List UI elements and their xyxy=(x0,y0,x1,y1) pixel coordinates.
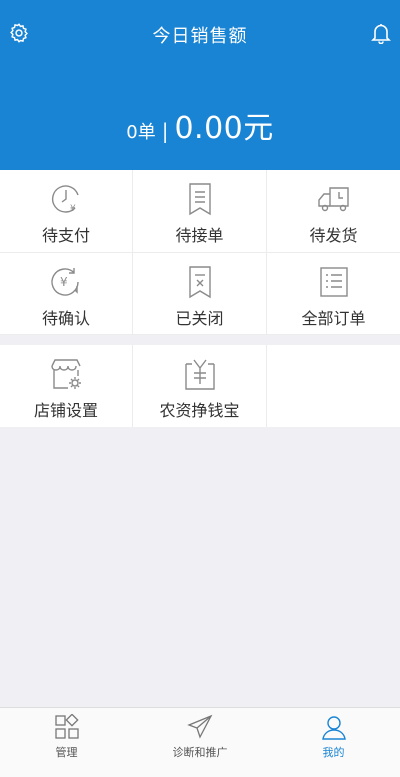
grid-item-label: 已关闭 xyxy=(175,309,224,328)
pending-accept-icon xyxy=(188,183,211,216)
tab-manage[interactable]: 管理 xyxy=(0,708,133,777)
grid-icon xyxy=(54,714,79,739)
grid-item-pending-accept[interactable]: 待接单 xyxy=(133,170,267,253)
pending-confirm-icon: ¥ xyxy=(51,268,79,296)
user-icon xyxy=(321,716,346,740)
truck-icon xyxy=(317,187,349,212)
tab-label: 我的 xyxy=(322,746,345,759)
grid-item-label: 待发货 xyxy=(309,226,358,245)
tools-grid: 店铺设置 农资挣钱宝 xyxy=(0,345,400,427)
closed-order-icon xyxy=(188,266,211,299)
tab-label: 管理 xyxy=(55,746,78,759)
bell-icon xyxy=(371,24,391,44)
tab-mine[interactable]: 我的 xyxy=(267,708,400,777)
grid-item-pending-payment[interactable]: ¥ 待支付 xyxy=(0,170,133,253)
grid-item-shop-settings[interactable]: 店铺设置 xyxy=(0,345,133,427)
shop-settings-icon xyxy=(51,359,81,389)
paper-plane-icon xyxy=(187,714,213,739)
grid-item-all-orders[interactable]: 全部订单 xyxy=(267,253,400,335)
sales-amount: 0.00元 xyxy=(174,111,274,146)
all-orders-icon xyxy=(319,267,348,297)
svg-text:¥: ¥ xyxy=(70,204,76,214)
grid-item-label: 待接单 xyxy=(175,226,224,245)
money-box-icon xyxy=(184,359,215,390)
svg-text:¥: ¥ xyxy=(60,275,68,289)
order-count: 0单 xyxy=(126,122,156,143)
tab-label: 诊断和推广 xyxy=(172,746,228,759)
bottom-tab-bar: 管理 诊断和推广 我的 xyxy=(0,707,400,777)
grid-item-empty xyxy=(267,345,400,427)
pending-payment-icon: ¥ xyxy=(52,185,79,214)
grid-item-pending-confirm[interactable]: ¥ 待确认 xyxy=(0,253,133,335)
grid-item-label: 店铺设置 xyxy=(33,401,98,420)
grid-item-to-ship[interactable]: 待发货 xyxy=(267,170,400,253)
sales-header: 今日销售额 0单 | 0.00元 xyxy=(0,0,400,170)
grid-item-label: 待支付 xyxy=(41,226,90,245)
grid-item-label: 全部订单 xyxy=(301,309,366,328)
tab-diagnose-promote[interactable]: 诊断和推广 xyxy=(133,708,267,777)
grid-item-money-box[interactable]: 农资挣钱宝 xyxy=(133,345,267,427)
order-status-grid: ¥ 待支付 待接单 待发货 ¥ 待确认 已关闭 全部订单 xyxy=(0,170,400,335)
grid-item-label: 农资挣钱宝 xyxy=(159,401,240,420)
notifications-button[interactable] xyxy=(368,20,394,46)
grid-item-closed[interactable]: 已关闭 xyxy=(133,253,267,335)
sales-summary: 0单 | 0.00元 xyxy=(0,103,400,147)
summary-separator: | xyxy=(161,119,169,143)
page-title: 今日销售额 xyxy=(152,26,248,47)
grid-item-label: 待确认 xyxy=(41,309,90,328)
